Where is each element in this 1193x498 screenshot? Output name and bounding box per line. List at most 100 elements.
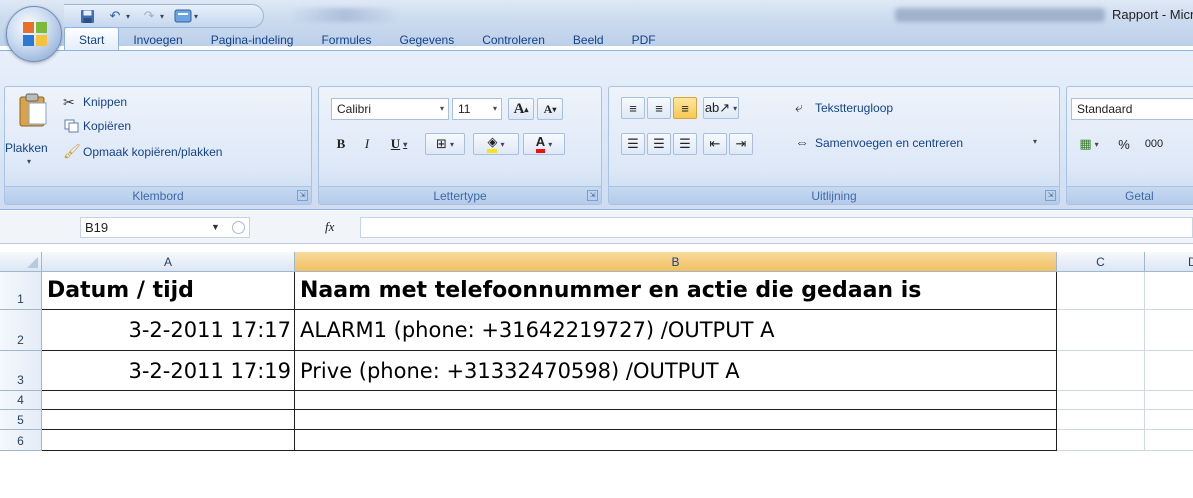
decrease-indent-icon: ⇤	[709, 136, 721, 151]
cell-a1[interactable]: Datum / tijd	[42, 272, 295, 310]
row-header-4[interactable]: 4	[0, 391, 42, 410]
font-name-select[interactable]: Calibri ▾	[331, 98, 449, 120]
undo-dropdown-icon[interactable]: ▾	[126, 12, 130, 21]
row-header-3[interactable]: 3	[0, 351, 42, 391]
bold-label: B	[336, 136, 346, 151]
orientation-button[interactable]: ab↗ ▾	[703, 97, 739, 119]
column-header-c[interactable]: C	[1057, 252, 1145, 272]
print-preview-icon[interactable]	[174, 8, 192, 24]
column-header-a[interactable]: A	[42, 252, 295, 272]
cell-b5[interactable]	[295, 410, 1057, 430]
align-left-button[interactable]: ☰	[621, 133, 645, 155]
insert-function-icon[interactable]: fx	[325, 219, 334, 235]
group-lettertype: Calibri ▾ 11 ▾ A ▴ A ▾ B I U ▾ ⊞ ▾ ◈ ▾ A ▾ Let…	[318, 86, 602, 205]
row-header-6[interactable]: 6	[0, 430, 42, 451]
cell-a5[interactable]	[42, 410, 295, 430]
align-middle-icon: ≡	[655, 100, 663, 116]
lettertype-launcher-icon[interactable]: ⇲	[587, 190, 598, 201]
align-center-button[interactable]: ☰	[647, 133, 671, 155]
tab-pdf[interactable]: PDF	[618, 29, 670, 51]
thousands-button[interactable]: 000	[1137, 133, 1171, 155]
orientation-icon: ab↗	[704, 100, 731, 115]
cell-d6[interactable]	[1145, 430, 1193, 451]
percent-button[interactable]: %	[1113, 133, 1135, 155]
font-color-button[interactable]: A ▾	[523, 133, 565, 155]
tab-pagina-indeling[interactable]: Pagina-indeling	[197, 29, 308, 51]
cell-c4[interactable]	[1057, 391, 1145, 410]
uitlijning-launcher-icon[interactable]: ⇲	[1045, 190, 1056, 201]
clipboard-icon	[19, 93, 47, 127]
cell-a2[interactable]: 3-2-2011 17:17	[42, 310, 295, 351]
group-uitlijning: ≡ ≡ ≡ ab↗ ▾ ☰ ☰ ☰ ⇤ ⇥ ⤶ Tekstterugloop ⇔ …	[608, 86, 1060, 205]
cell-a6[interactable]	[42, 430, 295, 451]
tab-beeld[interactable]: Beeld	[559, 29, 618, 51]
cell-c2[interactable]	[1057, 310, 1145, 351]
format-painter-button[interactable]: 🖌 Opmaak kopiëren/plakken	[63, 143, 313, 163]
increase-indent-button[interactable]: ⇥	[729, 133, 753, 155]
cell-b3[interactable]: Prive (phone: +31332470598) /OUTPUT A	[295, 351, 1057, 391]
tab-gegevens[interactable]: Gegevens	[385, 29, 468, 51]
align-right-button[interactable]: ☰	[673, 133, 697, 155]
number-format-select[interactable]: Standaard	[1071, 98, 1193, 120]
cell-d2[interactable]	[1145, 310, 1193, 351]
tab-controleren[interactable]: Controleren	[468, 29, 559, 51]
cell-d5[interactable]	[1145, 410, 1193, 430]
cell-b6[interactable]	[295, 430, 1057, 451]
wrap-text-button[interactable]: ⤶ Tekstterugloop	[795, 99, 995, 119]
cell-a4[interactable]	[42, 391, 295, 410]
cell-d4[interactable]	[1145, 391, 1193, 410]
save-icon[interactable]	[78, 8, 96, 24]
align-middle-button[interactable]: ≡	[647, 97, 671, 119]
customize-qat-icon[interactable]: ▾	[194, 12, 198, 21]
currency-button[interactable]: ▦ ▾	[1071, 133, 1107, 155]
cell-c3[interactable]	[1057, 351, 1145, 391]
row-header-5[interactable]: 5	[0, 410, 42, 430]
row-header-1[interactable]: 1	[0, 272, 42, 310]
merge-center-icon: ⇔	[795, 134, 809, 150]
bold-button[interactable]: B	[329, 133, 353, 155]
tab-start[interactable]: Start	[64, 27, 120, 51]
merge-center-button[interactable]: ⇔ Samenvoegen en centreren ▾	[795, 134, 1055, 154]
tab-formules[interactable]: Formules	[307, 29, 385, 51]
cell-a3[interactable]: 3-2-2011 17:19	[42, 351, 295, 391]
underline-button[interactable]: U ▾	[381, 133, 417, 155]
shrink-font-button[interactable]: A ▾	[537, 98, 563, 120]
cell-b4[interactable]	[295, 391, 1057, 410]
cell-b2[interactable]: ALARM1 (phone: +31642219727) /OUTPUT A	[295, 310, 1057, 351]
cell-c1[interactable]	[1057, 272, 1145, 310]
font-size-select[interactable]: 11 ▾	[452, 98, 502, 120]
group-getal: Standaard ▦ ▾ % 000 Getal	[1066, 86, 1193, 205]
column-header-b[interactable]: B	[295, 252, 1057, 272]
name-box-dropdown-icon[interactable]: ▼	[211, 218, 220, 237]
italic-button[interactable]: I	[355, 133, 379, 155]
underline-label: U	[390, 136, 401, 151]
copy-button[interactable]: Kopiëren	[63, 117, 183, 137]
decrease-indent-button[interactable]: ⇤	[703, 133, 727, 155]
klembord-launcher-icon[interactable]: ⇲	[297, 190, 308, 201]
cell-c6[interactable]	[1057, 430, 1145, 451]
font-name-value: Calibri	[337, 102, 372, 116]
row-header-2[interactable]: 2	[0, 310, 42, 351]
percent-label: %	[1118, 136, 1130, 152]
grow-font-button[interactable]: A ▴	[508, 98, 534, 120]
format-painter-icon: 🖌	[63, 143, 81, 159]
cell-d3[interactable]	[1145, 351, 1193, 391]
cell-c5[interactable]	[1057, 410, 1145, 430]
borders-button[interactable]: ⊞ ▾	[425, 133, 465, 155]
redo-icon[interactable]: ↷	[140, 8, 158, 24]
redo-dropdown-icon[interactable]: ▾	[160, 12, 164, 21]
office-button[interactable]	[6, 6, 62, 62]
name-box[interactable]: B19 ▼	[80, 217, 250, 238]
undo-icon[interactable]: ↶	[106, 8, 124, 24]
cell-d1[interactable]	[1145, 272, 1193, 310]
tab-invoegen[interactable]: Invoegen	[119, 29, 196, 51]
cut-button[interactable]: ✂ Knippen	[63, 93, 183, 113]
cell-b1[interactable]: Naam met telefoonnummer en actie die ged…	[295, 272, 1057, 310]
fill-color-button[interactable]: ◈ ▾	[473, 133, 519, 155]
column-header-d[interactable]: D	[1145, 252, 1193, 272]
align-bottom-button[interactable]: ≡	[673, 97, 697, 119]
select-all-button[interactable]	[0, 252, 42, 272]
align-top-button[interactable]: ≡	[621, 97, 645, 119]
formula-input[interactable]	[360, 217, 1193, 238]
paste-button[interactable]: Plakken ▾	[5, 91, 61, 171]
